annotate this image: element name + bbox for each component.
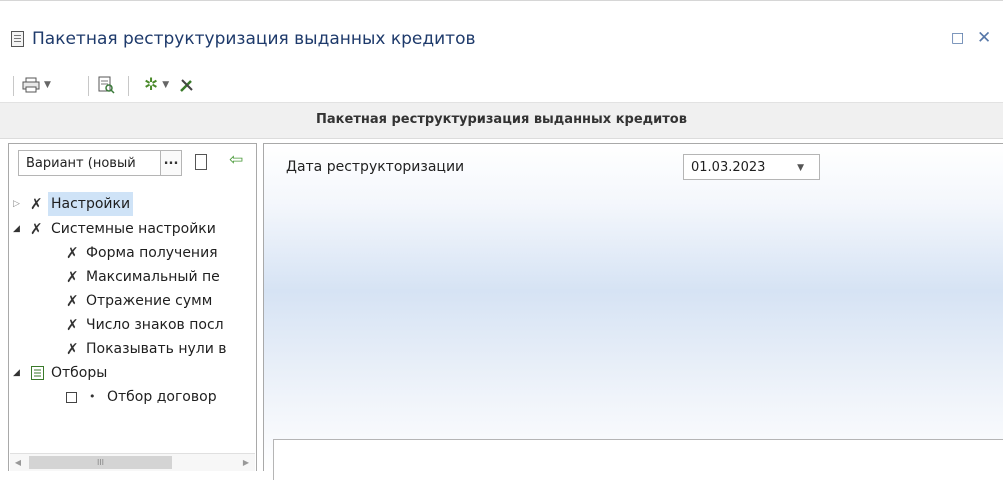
form-header: Пакетная реструктуризация выданных креди…: [0, 102, 1003, 139]
tools-icon: ✗: [66, 268, 79, 286]
tree-item-label: Настройки: [48, 192, 134, 216]
tools-icon: [180, 79, 193, 92]
window-title: Пакетная реструктуризация выданных креди…: [32, 29, 476, 49]
tree-item-system-settings[interactable]: ◢ ✗ Системные настройки: [9, 217, 249, 241]
toolbar-separator: [88, 76, 89, 96]
scroll-left-icon[interactable]: ◀: [10, 454, 26, 471]
tree-item-label: Системные настройки: [51, 221, 216, 237]
tools-icon: ✗: [66, 244, 79, 262]
filter-list-icon: [31, 366, 44, 380]
variant-browse-button[interactable]: ...: [160, 151, 181, 175]
chevron-down-icon: ▼: [162, 80, 170, 90]
tree-item-label: Форма получения: [86, 245, 218, 261]
toolbar: ▼ ✲ ▼: [0, 70, 1003, 102]
variant-value: Вариант (новый: [26, 156, 136, 171]
tree-item-label: Отборы: [51, 365, 108, 381]
maximize-icon[interactable]: □: [951, 30, 964, 46]
tree-item-label: Максимальный пе: [86, 269, 220, 285]
variant-selector[interactable]: Вариант (новый ...: [18, 150, 182, 176]
tree-item-filters[interactable]: ◢ Отборы: [9, 361, 249, 385]
tools-icon: ✗: [30, 195, 43, 213]
horizontal-scrollbar[interactable]: ◀ III ▶: [10, 453, 255, 471]
toolbar-separator: [13, 76, 14, 96]
printer-icon: [22, 77, 40, 93]
tree-item-show-zeros[interactable]: ✗ Показывать нули в: [9, 337, 249, 361]
form-header-title: Пакетная реструктуризация выданных креди…: [316, 112, 687, 127]
close-icon[interactable]: ✕: [977, 28, 991, 48]
tree-item-receive-form[interactable]: ✗ Форма получения: [9, 241, 249, 265]
toolbar-separator: [128, 76, 129, 96]
expanded-arrow-icon[interactable]: ◢: [13, 361, 23, 385]
scroll-thumb[interactable]: III: [29, 456, 172, 469]
results-area: [273, 439, 1003, 480]
settings-panel: Вариант (новый ... ⇦ ▷ ✗ Настройки ◢ ✗ С…: [8, 143, 257, 471]
tools-icon: ✗: [30, 220, 43, 238]
collapsed-arrow-icon[interactable]: ▷: [13, 192, 23, 216]
tree-item-label: Отражение сумм: [86, 293, 213, 309]
gear-icon: ✲: [144, 75, 159, 95]
tree-item-label: Отбор договор: [107, 389, 217, 405]
chevron-down-icon: ▼: [44, 80, 51, 90]
form-content: Дата реструкторизации 01.03.2023 ▼: [263, 143, 1003, 480]
chevron-down-icon[interactable]: ▼: [797, 163, 804, 173]
scroll-right-icon[interactable]: ▶: [238, 454, 254, 471]
expanded-arrow-icon[interactable]: ◢: [13, 217, 23, 241]
restructuring-date-label: Дата реструкторизации: [286, 159, 465, 175]
undo-arrow-icon[interactable]: ⇦: [229, 150, 243, 170]
form-icon: [11, 31, 24, 47]
settings-button[interactable]: ✲ ▼: [144, 73, 169, 97]
new-document-icon[interactable]: [195, 154, 207, 170]
tree-item-label: Число знаков посл: [86, 317, 224, 333]
tree-item-decimal-digits[interactable]: ✗ Число знаков посл: [9, 313, 249, 337]
tree-item-max[interactable]: ✗ Максимальный пе: [9, 265, 249, 289]
tree-item-sums-display[interactable]: ✗ Отражение сумм: [9, 289, 249, 313]
tree-item-contract-filter[interactable]: • Отбор договор: [9, 385, 249, 409]
window-titlebar: Пакетная реструктуризация выданных креди…: [0, 0, 1003, 71]
tools-icon: ✗: [66, 340, 79, 358]
preview-button[interactable]: [97, 73, 115, 97]
bullet-icon: •: [89, 390, 96, 403]
document-preview-icon: [98, 76, 115, 94]
tools-icon: ✗: [66, 316, 79, 334]
tree-item-label: Показывать нули в: [86, 341, 227, 357]
restructuring-date-value: 01.03.2023: [691, 160, 766, 175]
filter-checkbox[interactable]: [66, 392, 77, 403]
restructuring-date-field[interactable]: 01.03.2023 ▼: [683, 154, 820, 180]
tools-button[interactable]: [179, 73, 195, 97]
tools-icon: ✗: [66, 292, 79, 310]
tree-item-settings[interactable]: ▷ ✗ Настройки: [9, 192, 249, 216]
print-button[interactable]: ▼: [22, 73, 51, 97]
